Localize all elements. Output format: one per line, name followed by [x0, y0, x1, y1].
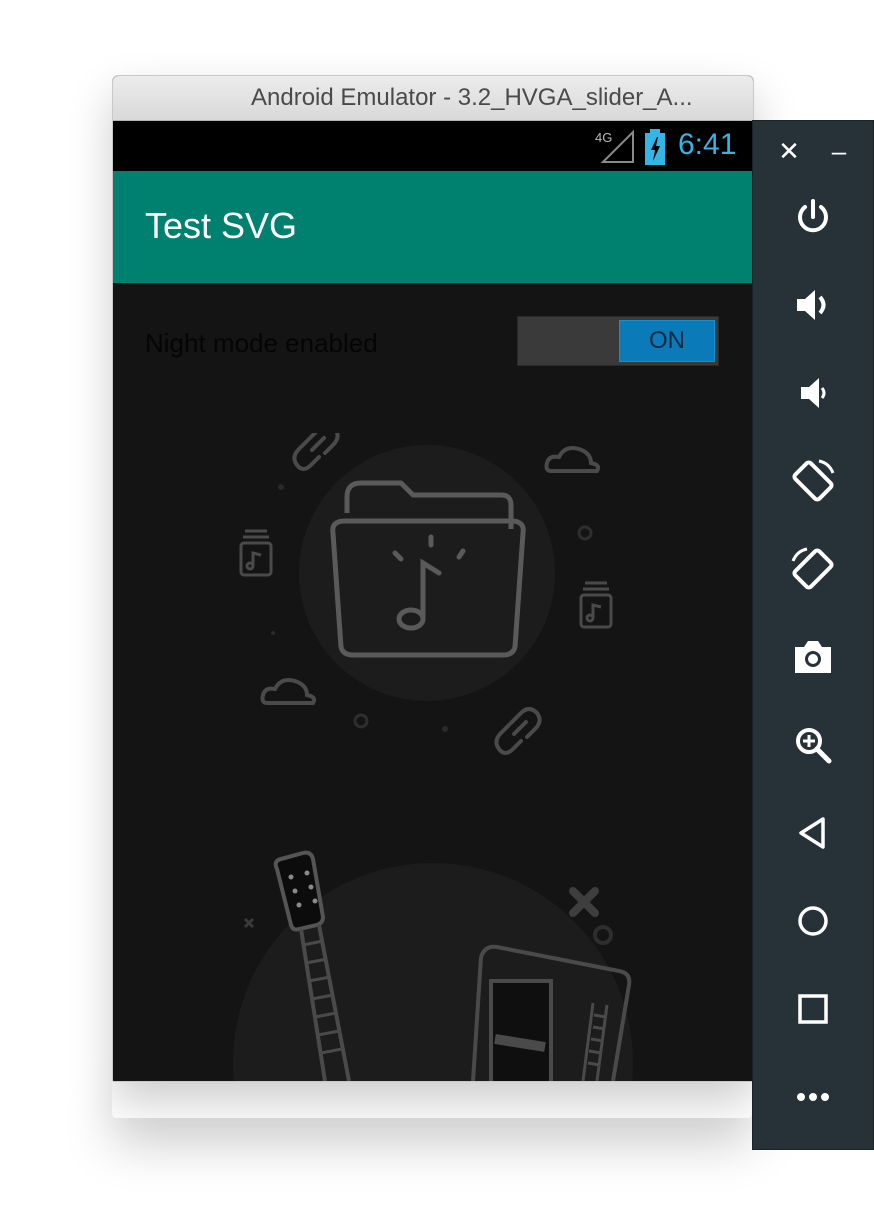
cloud-icon	[544, 446, 601, 473]
rotate-left-button[interactable]	[753, 451, 873, 511]
decor-x	[243, 917, 255, 929]
more-icon	[797, 1093, 829, 1101]
network-type: 4G	[595, 130, 612, 145]
overview-icon	[798, 994, 828, 1024]
overview-button[interactable]	[753, 979, 873, 1039]
power-button[interactable]	[753, 187, 873, 247]
decor-ring	[353, 713, 369, 729]
status-bar: 4G 6:41	[113, 121, 753, 171]
power-icon	[798, 199, 828, 233]
night-mode-toggle[interactable]: ON	[517, 316, 719, 366]
window-title: Android Emulator - 3.2_HVGA_slider_A...	[251, 84, 693, 111]
close-icon[interactable]: ✕	[769, 133, 809, 169]
camera-icon	[795, 641, 831, 673]
back-button[interactable]	[753, 803, 873, 863]
decor-x	[569, 887, 599, 917]
cloud-icon-2	[260, 678, 317, 705]
app-title: Test SVG	[145, 205, 298, 246]
rotate-right-button[interactable]	[753, 539, 873, 599]
window-titlebar[interactable]: Android Emulator - 3.2_HVGA_slider_A...	[113, 76, 753, 121]
decor-dot	[442, 726, 448, 732]
emulator-window: Android Emulator - 3.2_HVGA_slider_A... …	[112, 75, 754, 1082]
decor-dot	[271, 631, 275, 635]
battery-icon	[645, 129, 665, 165]
rotate-right-icon	[791, 547, 834, 590]
volume-down-icon	[801, 378, 826, 408]
emulator-sidebar: ✕ –	[752, 120, 874, 1150]
minimize-icon[interactable]: –	[819, 133, 859, 169]
back-icon	[799, 817, 825, 849]
home-icon	[798, 906, 828, 936]
volume-up-button[interactable]	[753, 275, 873, 335]
link-icon-2	[494, 707, 542, 755]
app-bar: Test SVG	[113, 171, 753, 283]
window-shadow	[112, 1078, 752, 1118]
app-content: Night mode enabled ON	[113, 283, 753, 1081]
volume-up-icon	[797, 290, 826, 320]
zoom-icon	[796, 728, 832, 764]
status-clock: 6:41	[678, 128, 737, 161]
decor-ring	[593, 925, 613, 945]
signal-icon: 4G	[595, 129, 634, 163]
decor-dot	[278, 484, 284, 490]
toggle-thumb: ON	[619, 320, 715, 362]
night-mode-setting: Night mode enabled ON	[145, 316, 720, 366]
screenshot-button[interactable]	[753, 627, 873, 687]
night-mode-label: Night mode enabled	[145, 328, 378, 358]
zoom-button[interactable]	[753, 715, 873, 775]
link-icon	[292, 433, 340, 471]
decor-ring	[577, 525, 593, 541]
volume-down-button[interactable]	[753, 363, 873, 423]
home-button[interactable]	[753, 891, 873, 951]
music-folder-illustration	[233, 433, 633, 1081]
music-box-icon-2	[579, 581, 613, 629]
rotate-left-icon	[792, 459, 835, 502]
more-button[interactable]	[753, 1067, 873, 1127]
emulator-screenshot: Android Emulator - 3.2_HVGA_slider_A... …	[0, 0, 874, 1228]
music-box-icon	[239, 529, 273, 577]
